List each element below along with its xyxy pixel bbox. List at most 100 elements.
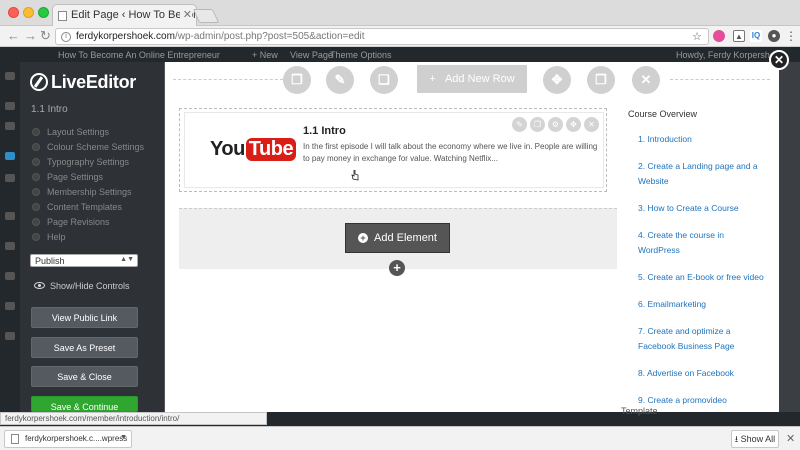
colour-scheme-icon	[32, 142, 40, 151]
save-as-preset-button[interactable]: Save As Preset	[31, 337, 138, 358]
show-hide-controls-toggle[interactable]: Show/Hide Controls	[34, 281, 130, 291]
site-name-link[interactable]: How To Become An Online Entrepreneur	[58, 50, 220, 60]
browser-toolbar: ← → ↻ i ferdykorpershoek.com/wp-admin/po…	[0, 26, 800, 47]
download-bar: ferdykorpershoek.c....wpress ▼ ⭳ Show Al…	[0, 426, 800, 450]
live-editor-sidebar: LiveEditor 1.1 Intro Layout Settings Col…	[20, 62, 157, 412]
profile-avatar-icon[interactable]: ●	[768, 30, 780, 42]
edit-element-icon[interactable]: ✎	[512, 117, 527, 132]
course-link-4[interactable]: 4. Create the course in WordPress	[638, 228, 768, 258]
info-icon[interactable]: i	[61, 32, 71, 42]
eye-icon	[34, 282, 45, 289]
wp-admin-menu	[0, 62, 20, 422]
background-template-text: Template	[621, 406, 658, 416]
copy-row-icon[interactable]: ❐	[283, 66, 311, 94]
layout-settings-icon	[32, 127, 40, 136]
row-divider	[670, 79, 770, 80]
element-description: In the first episode I will talk about t…	[303, 142, 598, 163]
zoom-window-button[interactable]	[38, 7, 49, 18]
course-link-1[interactable]: 1. Introduction	[638, 132, 768, 147]
editor-canvas: ❐ ✎ ❏ + Add New Row ✥ ❐ ✕ You Tube 1.1 In…	[165, 62, 779, 412]
add-element-button[interactable]: + Add Element	[345, 223, 450, 253]
help-icon	[32, 232, 40, 241]
reload-icon[interactable]: ↻	[40, 28, 51, 44]
download-item[interactable]: ferdykorpershoek.c....wpress ▼	[4, 430, 132, 448]
row-divider	[173, 79, 283, 80]
delete-row-icon[interactable]: ✕	[632, 66, 660, 94]
course-link-3[interactable]: 3. How to Create a Course	[638, 201, 768, 216]
close-editor-button[interactable]: ✕	[769, 50, 789, 70]
copy-element-icon[interactable]: ❐	[530, 117, 545, 132]
typography-icon	[32, 157, 40, 166]
status-select[interactable]: Publish ▲▼	[30, 254, 138, 267]
edit-row-icon[interactable]: ✎	[326, 66, 354, 94]
plus-icon: +	[358, 233, 368, 243]
extension-color-icon[interactable]	[713, 30, 725, 42]
add-new-row-button[interactable]: + Add New Row	[417, 65, 527, 93]
course-overview-widget: Course Overview 1. Introduction 2. Creat…	[628, 109, 768, 412]
select-caret-icon: ▲▼	[120, 256, 134, 263]
back-arrow-icon[interactable]: ←	[7, 28, 20, 43]
file-icon	[11, 434, 19, 444]
content-element-wrapper[interactable]: You Tube 1.1 Intro In the first episode I…	[179, 108, 607, 192]
url-path: /wp-admin/post.php?post=505&action=edit	[174, 31, 365, 42]
tab-close-icon[interactable]: ✕	[179, 8, 192, 21]
sidebar-item-colour-scheme[interactable]: Colour Scheme Settings	[32, 139, 152, 154]
move-row-icon[interactable]: ✥	[543, 66, 571, 94]
view-page-link[interactable]: View Page	[290, 50, 333, 60]
sidebar-item-typography[interactable]: Typography Settings	[32, 154, 152, 169]
extension-image-icon[interactable]: ▲	[733, 30, 745, 42]
sidebar-item-membership[interactable]: Membership Settings	[32, 184, 152, 199]
element-title: 1.1 Intro	[303, 125, 346, 137]
content-element[interactable]: You Tube 1.1 Intro In the first episode I…	[184, 112, 604, 188]
url-host: ferdykorpershoek.com	[76, 31, 175, 42]
show-all-downloads-button[interactable]: ⭳ Show All	[731, 430, 779, 448]
move-element-icon[interactable]: ✥	[566, 117, 581, 132]
course-link-6[interactable]: 6. Emailmarketing	[638, 297, 768, 312]
delete-element-icon[interactable]: ✕	[584, 117, 599, 132]
minimize-window-button[interactable]	[23, 7, 34, 18]
download-icon: ⭳	[734, 434, 739, 444]
page-title: 1.1 Intro	[31, 104, 68, 115]
membership-icon	[32, 187, 40, 196]
browser-menu-icon[interactable]: ⋮	[785, 30, 797, 42]
close-window-button[interactable]	[8, 7, 19, 18]
sidebar-item-content-templates[interactable]: Content Templates	[32, 199, 152, 214]
paste-row-icon[interactable]: ❐	[587, 66, 615, 94]
address-bar[interactable]: i ferdykorpershoek.com/wp-admin/post.php…	[55, 28, 709, 45]
live-editor-logo: LiveEditor	[30, 72, 136, 93]
page-settings-icon	[32, 172, 40, 181]
course-link-7[interactable]: 7. Create and optimize a Facebook Busine…	[638, 324, 768, 354]
bookmark-star-icon[interactable]: ☆	[692, 30, 702, 43]
wp-admin-bar: How To Become An Online Entrepreneur + N…	[0, 48, 800, 62]
page-favicon-icon	[58, 11, 67, 21]
course-link-8[interactable]: 8. Advertise on Facebook	[638, 366, 768, 381]
sidebar-item-page-revisions[interactable]: Page Revisions	[32, 214, 152, 229]
forward-arrow-icon[interactable]: →	[24, 28, 37, 43]
close-download-bar-icon[interactable]: ✕	[786, 432, 795, 445]
new-content-link[interactable]: + New	[252, 50, 278, 60]
add-row-below-button[interactable]: +	[389, 260, 405, 276]
settings-element-icon[interactable]: ⚙	[548, 117, 563, 132]
browser-tab[interactable]: Edit Page ‹ How To Become An ✕	[52, 4, 197, 26]
duplicate-row-icon[interactable]: ❏	[370, 66, 398, 94]
chevron-down-icon[interactable]: ▼	[120, 434, 127, 441]
view-public-link-button[interactable]: View Public Link	[31, 307, 138, 328]
course-link-5[interactable]: 5. Create an E-book or free video	[638, 270, 768, 285]
extension-iq-icon[interactable]: IQ	[750, 30, 762, 42]
theme-options-link[interactable]: Theme Options	[330, 50, 392, 60]
element-controls: ✎ ❐ ⚙ ✥ ✕	[512, 117, 599, 132]
sidebar-menu: Layout Settings Colour Scheme Settings T…	[32, 124, 152, 244]
sidebar-item-help[interactable]: Help	[32, 229, 152, 244]
sidebar-item-layout-settings[interactable]: Layout Settings	[32, 124, 152, 139]
live-editor-logo-icon	[30, 73, 48, 91]
course-overview-title: Course Overview	[628, 109, 698, 119]
link-status-bar: ferdykorpershoek.com/member/introduction…	[0, 412, 267, 425]
save-continue-button[interactable]: Save & Continue	[31, 396, 138, 412]
hand-cursor-icon	[351, 170, 359, 181]
save-close-button[interactable]: Save & Close	[31, 366, 138, 387]
sidebar-item-page-settings[interactable]: Page Settings	[32, 169, 152, 184]
sidebar-collapse-handle[interactable]	[157, 62, 165, 412]
course-link-2[interactable]: 2. Create a Landing page and a Website	[638, 159, 768, 189]
tab-title: Edit Page ‹ How To Become An	[71, 9, 196, 21]
content-templates-icon	[32, 202, 40, 211]
